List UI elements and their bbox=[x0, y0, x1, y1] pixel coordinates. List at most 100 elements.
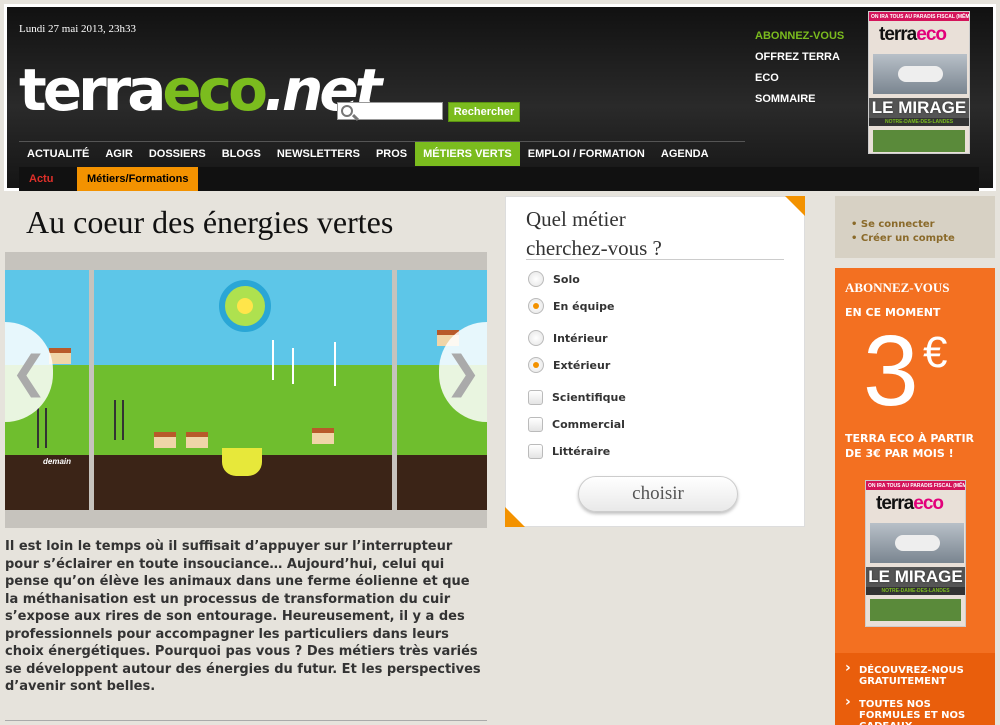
house-illustration bbox=[312, 428, 334, 444]
account-box: Se connecter Créer un compte bbox=[835, 196, 995, 258]
subscription-promo[interactable]: ABONNEZ-VOUS EN CE MOMENT 3 € TERRA ECO … bbox=[835, 268, 995, 725]
pylon-illustration bbox=[37, 408, 47, 448]
slide-soil bbox=[397, 455, 487, 510]
nav-agenda[interactable]: AGENDA bbox=[653, 142, 717, 166]
register-link[interactable]: Créer un compte bbox=[851, 232, 995, 246]
slide-caption: demain bbox=[43, 457, 72, 466]
option-label: Littéraire bbox=[552, 444, 611, 458]
article-divider bbox=[5, 720, 487, 721]
cover-brand-eco: eco bbox=[913, 493, 944, 514]
current-date: Lundi 27 mai 2013, 23h33 bbox=[19, 23, 137, 35]
option-label: Intérieur bbox=[553, 331, 608, 345]
promo-text: TERRA ECO À PARTIR DE 3€ PAR MOIS ! bbox=[845, 432, 975, 460]
discover-free-link[interactable]: DÉCOUVREZ-NOUS GRATUITEMENT bbox=[845, 663, 987, 687]
option-label: Solo bbox=[553, 272, 580, 286]
wind-turbine bbox=[292, 348, 294, 384]
gift-link[interactable]: OFFREZ TERRA bbox=[755, 47, 844, 68]
cover-banner: ON IRA TOUS AU PARADIS FISCAL (MÊME VOUS… bbox=[869, 12, 969, 21]
widget-question: Quel métier cherchez-vous ? bbox=[526, 205, 662, 263]
promo-price: 3 bbox=[863, 315, 919, 427]
all-offers-link[interactable]: TOUTES NOS FORMULES ET NOS CADEAUX bbox=[845, 697, 987, 725]
nav-blogs[interactable]: BLOGS bbox=[214, 142, 269, 166]
cover-subhead: NOTRE-DAME-DES-LANDES bbox=[869, 118, 969, 126]
option-commercial[interactable]: Commercial bbox=[528, 415, 625, 433]
cover-brand: terraeco bbox=[879, 24, 947, 46]
cover-brand-terra: terra bbox=[876, 493, 914, 514]
choose-button[interactable]: choisir bbox=[578, 476, 738, 512]
radio-button-selected[interactable] bbox=[528, 298, 544, 314]
slide-grass bbox=[94, 365, 392, 455]
promo-links: DÉCOUVREZ-NOUS GRATUITEMENT TOUTES NOS F… bbox=[835, 653, 995, 725]
option-label: En équipe bbox=[553, 299, 615, 313]
site-header: Lundi 27 mai 2013, 23h33 terraeco.net Re… bbox=[4, 4, 996, 191]
nav-newsletters[interactable]: NEWSLETTERS bbox=[269, 142, 368, 166]
wind-turbine bbox=[334, 342, 336, 386]
wind-turbine bbox=[272, 340, 274, 380]
house-illustration bbox=[154, 432, 176, 448]
article-slideshow: demain ❮ ❯ bbox=[5, 252, 487, 528]
cover-plane-image bbox=[870, 523, 964, 563]
cover-brand: terraeco bbox=[876, 493, 944, 515]
option-litteraire[interactable]: Littéraire bbox=[528, 442, 610, 460]
contents-link[interactable]: SOMMAIRE bbox=[755, 89, 844, 110]
gift-link-cont[interactable]: ECO bbox=[755, 68, 844, 89]
top-links: ABONNEZ-VOUS OFFREZ TERRA ECO SOMMAIRE bbox=[755, 26, 844, 110]
search-button[interactable]: Rechercher bbox=[448, 102, 520, 122]
nav-agir[interactable]: AGIR bbox=[97, 142, 141, 166]
nav-actualite[interactable]: ACTUALITÉ bbox=[19, 142, 97, 166]
radio-button-selected[interactable] bbox=[528, 357, 544, 373]
login-link[interactable]: Se connecter bbox=[851, 218, 995, 232]
cover-brand-terra: terra bbox=[879, 24, 917, 45]
cover-brand-eco: eco bbox=[916, 24, 947, 45]
radio-button[interactable] bbox=[528, 271, 544, 287]
promo-currency: € bbox=[923, 328, 948, 377]
site-logo[interactable]: terraeco.net bbox=[19, 56, 382, 124]
cover-strip bbox=[873, 130, 965, 152]
house-illustration bbox=[186, 432, 208, 448]
pylon-illustration bbox=[114, 400, 124, 440]
option-label: Commercial bbox=[552, 417, 625, 431]
checkbox[interactable] bbox=[528, 443, 543, 459]
cover-headline: LE MIRAGE bbox=[866, 567, 965, 587]
subscribe-link[interactable]: ABONNEZ-VOUS bbox=[755, 26, 844, 47]
magazine-cover[interactable]: ON IRA TOUS AU PARADIS FISCAL (MÊME VOUS… bbox=[868, 11, 970, 154]
sub-nav: Actu Métiers/Formations bbox=[19, 167, 979, 191]
nav-metiers-verts[interactable]: MÉTIERS VERTS bbox=[415, 142, 520, 166]
subnav-actu[interactable]: Actu bbox=[19, 167, 77, 191]
option-scientifique[interactable]: Scientifique bbox=[528, 388, 626, 406]
radio-button[interactable] bbox=[528, 330, 544, 346]
option-exterieur[interactable]: Extérieur bbox=[528, 356, 610, 374]
page-title: Au coeur des énergies vertes bbox=[26, 204, 394, 240]
cover-plane-image bbox=[873, 54, 967, 94]
search-icon bbox=[341, 105, 353, 117]
widget-question-line1: Quel métier bbox=[526, 207, 626, 231]
methane-tank-illustration bbox=[222, 448, 262, 476]
slide-panel-center bbox=[94, 270, 392, 510]
logo-part-terra: terra bbox=[19, 56, 166, 124]
promo-magazine-cover[interactable]: ON IRA TOUS AU PARADIS FISCAL (MÊME VOUS… bbox=[865, 480, 966, 627]
widget-corner-top bbox=[785, 196, 805, 216]
option-label: Extérieur bbox=[553, 358, 611, 372]
logo-part-eco: eco bbox=[162, 56, 268, 124]
article-intro: Il est loin le temps où il suffisait d’a… bbox=[5, 539, 481, 694]
promo-title: ABONNEZ-VOUS bbox=[845, 280, 950, 295]
nav-dossiers[interactable]: DOSSIERS bbox=[141, 142, 214, 166]
nav-emploi-formation[interactable]: EMPLOI / FORMATION bbox=[520, 142, 653, 166]
widget-corner-bottom bbox=[505, 507, 525, 527]
option-solo[interactable]: Solo bbox=[528, 270, 580, 288]
option-label: Scientifique bbox=[552, 390, 626, 404]
sun-logo-illustration bbox=[219, 280, 271, 332]
search-input[interactable] bbox=[337, 102, 443, 120]
checkbox[interactable] bbox=[528, 416, 543, 432]
option-en-equipe[interactable]: En équipe bbox=[528, 297, 614, 315]
widget-divider bbox=[526, 259, 784, 260]
job-finder-widget: Quel métier cherchez-vous ? Solo En équi… bbox=[505, 196, 805, 527]
cover-strip bbox=[870, 599, 961, 621]
cover-headline: LE MIRAGE bbox=[869, 98, 969, 118]
cover-subhead: NOTRE-DAME-DES-LANDES bbox=[866, 587, 965, 595]
checkbox[interactable] bbox=[528, 389, 543, 405]
nav-pros[interactable]: PROS bbox=[368, 142, 415, 166]
main-nav: ACTUALITÉ AGIR DOSSIERS BLOGS NEWSLETTER… bbox=[19, 142, 717, 166]
option-interieur[interactable]: Intérieur bbox=[528, 329, 608, 347]
subnav-metiers-formations[interactable]: Métiers/Formations bbox=[77, 167, 199, 191]
